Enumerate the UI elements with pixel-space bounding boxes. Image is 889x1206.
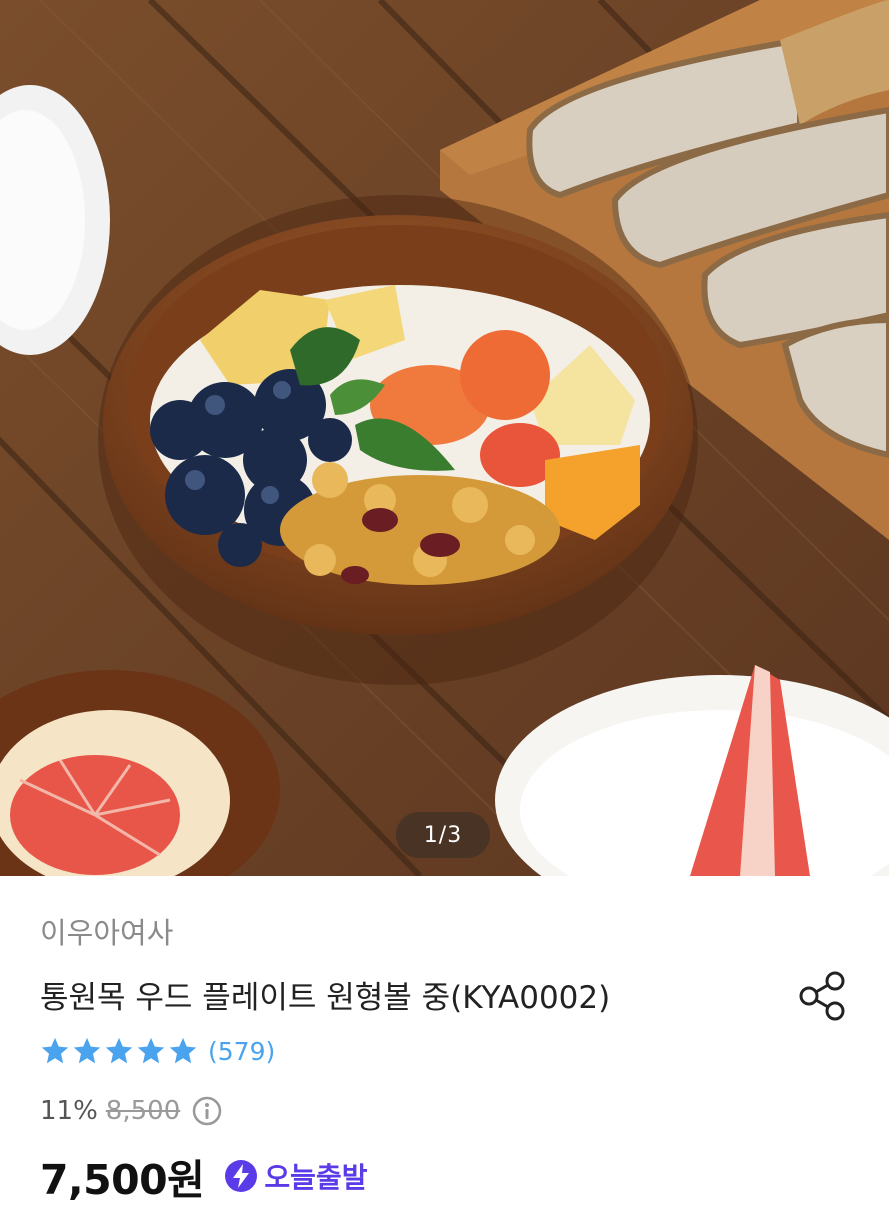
info-icon[interactable] (192, 1096, 222, 1126)
today-shipping-label: 오늘출발 (264, 1161, 368, 1194)
review-count-link[interactable]: (579) (208, 1037, 275, 1066)
brand-name[interactable]: 이우아여사 (40, 910, 173, 952)
discount-rate: 11% (40, 1096, 98, 1126)
lightning-bolt-icon (225, 1160, 258, 1192)
product-photo (0, 0, 889, 876)
product-image-gallery[interactable]: 1/3 (0, 0, 889, 876)
star-icon (73, 1037, 101, 1064)
final-price-row: 7,500원 오늘출발 (40, 1146, 367, 1206)
original-price: 8,500 (105, 1096, 181, 1126)
rating-summary[interactable]: (579) (40, 1036, 275, 1066)
today-shipping-badge: 오늘출발 (224, 1156, 367, 1196)
star-rating (40, 1036, 198, 1066)
final-price: 7,500원 (40, 1156, 205, 1204)
image-pager-indicator: 1/3 (396, 812, 490, 858)
star-icon (137, 1037, 165, 1064)
discount-row: 11% 8,500 (40, 1096, 222, 1126)
star-icon (169, 1037, 197, 1064)
product-info-panel: 이우아여사 통원목 우드 플레이트 원형볼 중(KYA0002) (579) 1… (0, 876, 889, 1204)
star-icon (105, 1037, 133, 1064)
product-title: 통원목 우드 플레이트 원형볼 중(KYA0002) (40, 980, 611, 1016)
share-icon[interactable] (795, 968, 851, 1024)
star-icon (41, 1037, 69, 1064)
